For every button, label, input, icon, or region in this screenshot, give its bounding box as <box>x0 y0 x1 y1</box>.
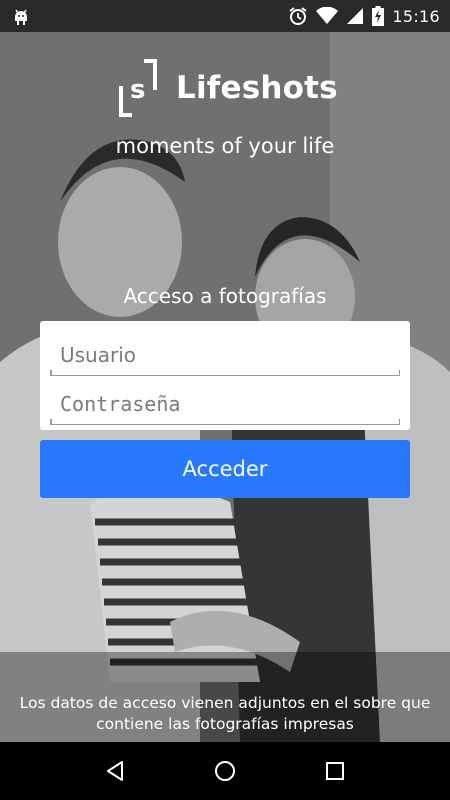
recents-icon <box>326 762 344 780</box>
brand-name: Lifeshots <box>176 70 338 106</box>
login-title: Acceso a fotografías <box>123 284 327 308</box>
password-input[interactable] <box>50 378 400 424</box>
android-debug-icon <box>10 5 32 27</box>
username-input[interactable] <box>50 329 400 375</box>
back-icon <box>107 761 123 781</box>
brand-tagline: moments of your life <box>115 134 335 158</box>
battery-charging-icon <box>372 6 385 26</box>
signal-icon <box>346 7 364 25</box>
app-logo: s Lifeshots <box>118 58 338 118</box>
wifi-icon <box>316 7 339 25</box>
login-form <box>40 321 410 430</box>
home-icon <box>215 761 235 781</box>
back-button[interactable] <box>95 751 135 791</box>
home-button[interactable] <box>205 751 245 791</box>
password-field-container <box>50 378 400 425</box>
lifeshots-logo-icon: s <box>118 58 158 118</box>
logo-letter: s <box>130 75 145 105</box>
navigation-bar <box>0 742 450 800</box>
clock-time: 15:16 <box>392 6 440 26</box>
login-button[interactable]: Acceder <box>40 440 410 498</box>
recents-button[interactable] <box>315 751 355 791</box>
footer-note: Los datos de acceso vienen adjuntos en e… <box>19 694 431 733</box>
status-bar: 15:16 <box>0 0 450 32</box>
username-field-container <box>50 329 400 376</box>
alarm-icon <box>288 6 308 26</box>
